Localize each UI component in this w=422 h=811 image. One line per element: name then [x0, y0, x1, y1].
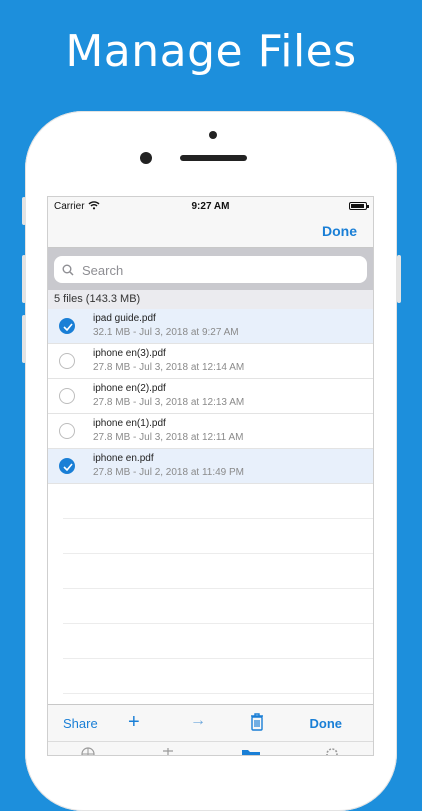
status-time: 9:27 AM	[191, 201, 230, 212]
empty-row	[63, 624, 373, 659]
empty-row	[63, 589, 373, 624]
search-bar[interactable]	[54, 256, 367, 283]
selection-checkbox[interactable]	[59, 458, 75, 474]
arrow-right-icon[interactable]: →	[190, 712, 206, 730]
file-row[interactable]: iphone en(2).pdf 27.8 MB - Jul 3, 2018 a…	[48, 379, 373, 414]
file-name: iphone en(3).pdf	[93, 348, 166, 359]
front-camera	[140, 152, 152, 164]
file-name: iphone en.pdf	[93, 453, 154, 464]
file-list: ipad guide.pdf 32.1 MB - Jul 3, 2018 at …	[48, 309, 373, 694]
globe-icon[interactable]	[80, 745, 96, 755]
checkmark-icon	[63, 463, 73, 471]
tab-bar	[48, 741, 373, 755]
selection-checkbox[interactable]	[59, 423, 75, 439]
earpiece-speaker	[180, 155, 247, 161]
file-meta: 27.8 MB - Jul 3, 2018 at 12:11 AM	[93, 432, 244, 443]
empty-row	[63, 519, 373, 554]
selection-checkbox[interactable]	[59, 388, 75, 404]
file-name: iphone en(1).pdf	[93, 418, 166, 429]
file-meta: 32.1 MB - Jul 3, 2018 at 9:27 AM	[93, 327, 239, 338]
mute-switch	[22, 197, 26, 225]
selection-checkbox[interactable]	[59, 353, 75, 369]
power-button	[397, 255, 401, 303]
search-area	[48, 248, 373, 290]
selection-checkbox[interactable]	[59, 318, 75, 334]
navigation-bar: Done	[48, 215, 373, 248]
transfer-icon[interactable]	[160, 745, 176, 755]
file-row[interactable]: ipad guide.pdf 32.1 MB - Jul 3, 2018 at …	[48, 309, 373, 344]
file-row[interactable]: iphone en(3).pdf 27.8 MB - Jul 3, 2018 a…	[48, 344, 373, 379]
share-button[interactable]: Share	[63, 716, 98, 731]
toolbar-done-button[interactable]: Done	[310, 716, 343, 731]
file-meta: 27.8 MB - Jul 2, 2018 at 11:49 PM	[93, 467, 245, 478]
headline: Manage Files	[65, 26, 357, 77]
battery-icon	[349, 202, 369, 210]
done-button[interactable]: Done	[322, 223, 357, 239]
empty-row	[63, 554, 373, 589]
file-row[interactable]: iphone en.pdf 27.8 MB - Jul 2, 2018 at 1…	[48, 449, 373, 484]
volume-down-button	[22, 315, 26, 363]
file-row[interactable]: iphone en(1).pdf 27.8 MB - Jul 3, 2018 a…	[48, 414, 373, 449]
bottom-toolbar: Share + → Done	[48, 704, 373, 741]
gear-icon[interactable]	[324, 745, 340, 755]
file-meta: 27.8 MB - Jul 3, 2018 at 12:14 AM	[93, 362, 245, 373]
empty-row	[63, 484, 373, 519]
folder-icon[interactable]	[241, 745, 260, 755]
files-summary: 5 files (143.3 MB)	[48, 290, 373, 309]
app-screen: Carrier 9:27 AM Done 5 files (143.3 MB) …	[47, 196, 374, 756]
search-input[interactable]	[80, 259, 361, 281]
file-name: iphone en(2).pdf	[93, 383, 166, 394]
file-name: ipad guide.pdf	[93, 313, 156, 324]
checkmark-icon	[63, 323, 73, 331]
status-bar: Carrier 9:27 AM	[48, 197, 373, 215]
plus-icon[interactable]: +	[128, 712, 140, 732]
empty-row	[63, 659, 373, 694]
file-meta: 27.8 MB - Jul 3, 2018 at 12:13 AM	[93, 397, 245, 408]
trash-icon[interactable]	[249, 712, 265, 735]
volume-up-button	[22, 255, 26, 303]
front-sensor	[209, 131, 217, 139]
search-icon	[62, 263, 74, 281]
